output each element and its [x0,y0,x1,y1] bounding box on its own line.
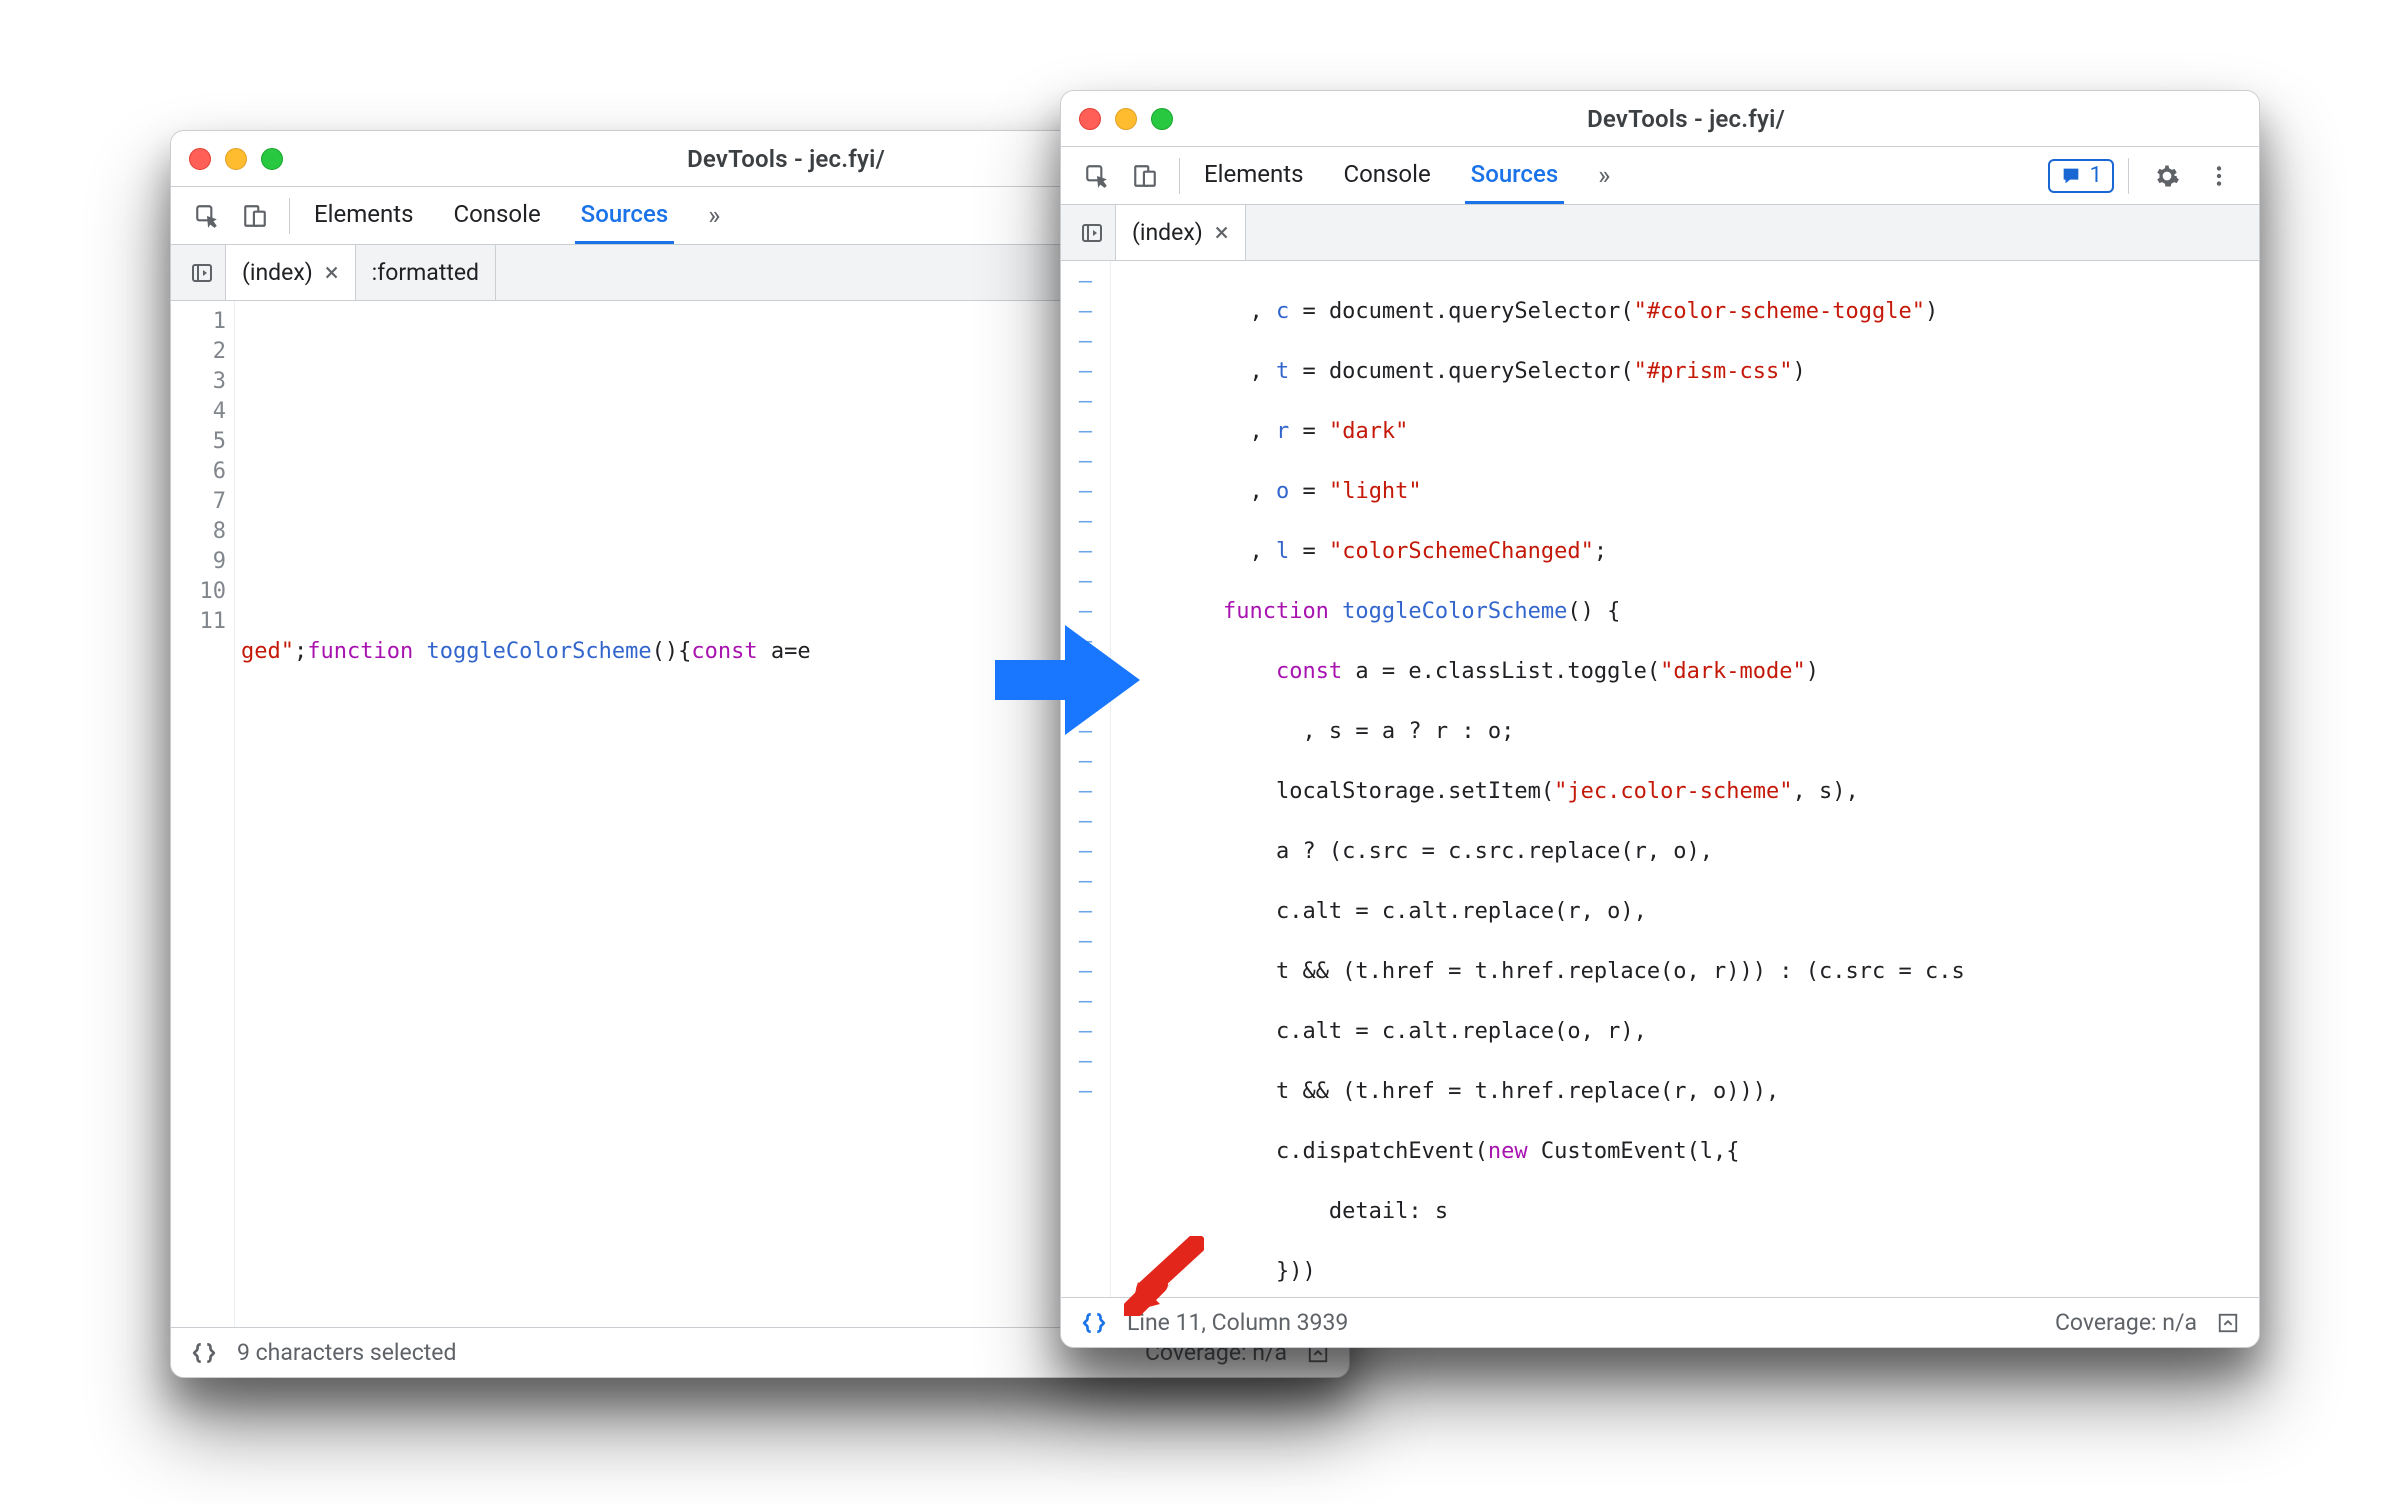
file-tab-formatted[interactable]: :formatted [356,245,496,300]
device-toolbar-icon[interactable] [1121,147,1169,204]
collapse-panel-icon[interactable] [2211,1312,2245,1334]
coverage-text: Coverage: n/a [2055,1309,2197,1336]
minimize-window-icon[interactable] [225,148,247,170]
issues-badge[interactable]: 1 [2048,159,2114,193]
file-tab-label: :formatted [372,259,479,286]
tab-console[interactable]: Console [1337,147,1436,204]
pretty-print-icon[interactable] [185,1340,223,1366]
more-tabs-chevron-icon[interactable]: » [702,187,726,244]
code-content[interactable]: , c = document.querySelector("#color-sch… [1111,261,2259,1297]
navigator-toggle-icon[interactable] [1069,205,1115,260]
line-numbers-gutter: –––––––––– –––––––––– –––––––– [1061,261,1111,1297]
close-tab-icon[interactable]: × [1215,220,1229,246]
separator [2128,158,2129,194]
status-text: Line 11, Column 3939 [1127,1309,1348,1336]
close-tab-icon[interactable]: × [325,260,339,286]
inspect-element-icon[interactable] [183,187,231,244]
zoom-window-icon[interactable] [1151,108,1173,130]
tab-elements[interactable]: Elements [308,187,419,244]
file-tab-label: (index) [242,259,313,286]
settings-gear-icon[interactable] [2143,163,2191,189]
traffic-lights [189,148,283,170]
window-title: DevTools - jec.fyi/ [1191,105,2181,133]
file-tab-index[interactable]: (index) × [1115,205,1246,260]
minimize-window-icon[interactable] [1115,108,1137,130]
close-window-icon[interactable] [189,148,211,170]
pretty-print-icon[interactable] [1075,1310,1113,1336]
editor-statusbar: Line 11, Column 3939 Coverage: n/a [1061,1297,2259,1347]
navigator-toggle-icon[interactable] [179,245,225,300]
kebab-menu-icon[interactable] [2195,163,2243,189]
status-text: 9 characters selected [237,1339,456,1366]
zoom-window-icon[interactable] [261,148,283,170]
separator [289,198,290,234]
inspect-element-icon[interactable] [1073,147,1121,204]
file-tab-label: (index) [1132,219,1203,246]
sources-file-tabs: (index) × [1061,205,2259,261]
tab-sources[interactable]: Sources [1465,147,1565,204]
tab-elements[interactable]: Elements [1198,147,1309,204]
more-tabs-chevron-icon[interactable]: » [1592,147,1616,204]
file-tab-index[interactable]: (index) × [225,245,356,300]
device-toolbar-icon[interactable] [231,187,279,244]
panel-tabs-toolbar: Elements Console Sources » 1 [1061,147,2259,205]
titlebar: DevTools - jec.fyi/ [1061,91,2259,147]
close-window-icon[interactable] [1079,108,1101,130]
separator [1179,158,1180,194]
code-editor[interactable]: –––––––––– –––––––––– –––––––– , c = doc… [1061,261,2259,1297]
line-numbers-gutter: 1 2 3 4 5 6 7 8 9 10 11 [171,301,235,1327]
devtools-window-right: DevTools - jec.fyi/ Elements Console Sou… [1060,90,2260,1348]
tab-console[interactable]: Console [447,187,546,244]
tab-sources[interactable]: Sources [575,187,675,244]
issues-count: 1 [2090,163,2102,188]
traffic-lights [1079,108,1173,130]
